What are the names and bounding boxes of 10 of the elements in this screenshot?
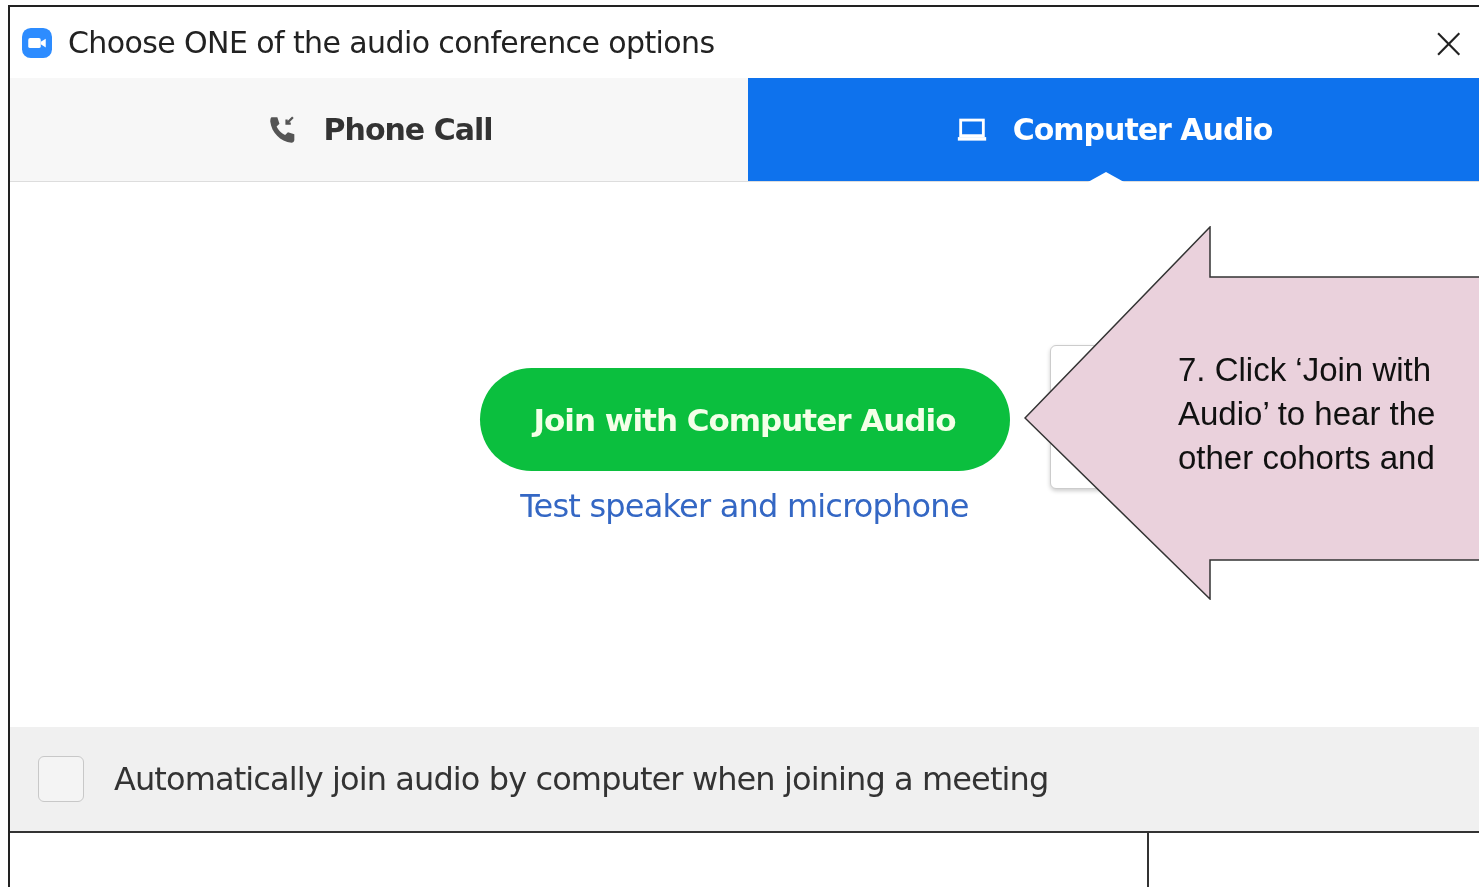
test-link[interactable]: Test speaker and microphone xyxy=(520,487,969,525)
tab[interactable]: Computer Audio xyxy=(748,78,1479,181)
window-title: Choose ONE of the audio conference options xyxy=(68,25,715,60)
checkbox-label: Automatically join audio by computer when joining a meeting xyxy=(114,760,1049,798)
checkbox[interactable] xyxy=(38,756,84,802)
close-button[interactable]: × xyxy=(1418,20,1479,65)
video-camera-icon xyxy=(22,27,52,58)
tab-pointer xyxy=(1087,172,1124,182)
tab[interactable]: Phone Call xyxy=(10,78,748,181)
callout-text: 7. Click ‘Join with Audio’ to hear the other cohorts and xyxy=(1178,350,1436,478)
